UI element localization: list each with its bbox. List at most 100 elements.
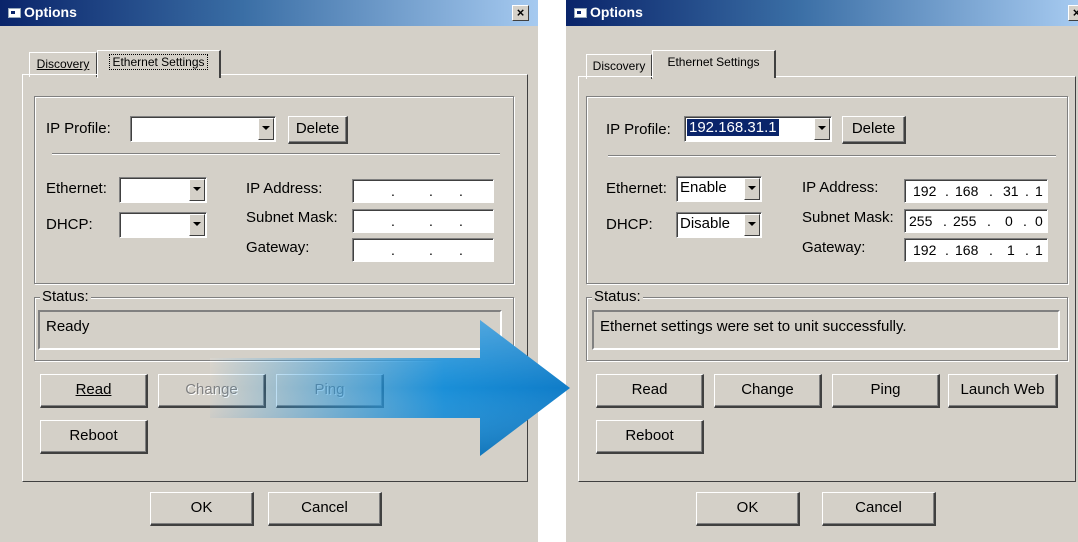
- ethernet-combo[interactable]: Enable: [676, 176, 762, 202]
- ip-dot: .: [459, 183, 463, 199]
- subnet-mask-field[interactable]: 255 . 255 . 0 . 0: [904, 209, 1048, 233]
- ping-button[interactable]: Ping: [832, 374, 940, 408]
- window-title: Options: [24, 4, 77, 20]
- ip-profile-combo[interactable]: [130, 116, 276, 142]
- delete-button[interactable]: Delete: [842, 116, 906, 144]
- ip-dot: .: [429, 242, 433, 258]
- ip-dot: .: [1025, 242, 1029, 258]
- tab-label: Ethernet Settings: [109, 54, 208, 70]
- status-label: Status:: [592, 288, 643, 305]
- window-icon: [574, 8, 587, 18]
- gateway-field[interactable]: . . .: [352, 238, 494, 262]
- reboot-button[interactable]: Reboot: [596, 420, 704, 454]
- ethernet-label: Ethernet:: [606, 180, 667, 197]
- ip-address-label: IP Address:: [246, 180, 323, 197]
- ip-profile-combo[interactable]: 192.168.31.1: [684, 116, 832, 142]
- subnet-mask-field[interactable]: . . .: [352, 209, 494, 233]
- status-box: Ready: [38, 310, 502, 350]
- ip-dot: .: [391, 242, 395, 258]
- ip-dot: .: [1025, 183, 1029, 199]
- tab-ethernet-settings[interactable]: Ethernet Settings: [97, 50, 221, 78]
- status-text: Ethernet settings were set to unit succe…: [600, 318, 907, 335]
- chevron-down-icon[interactable]: [744, 178, 760, 200]
- status-text: Ready: [46, 318, 90, 335]
- tab-label: Discovery: [592, 59, 646, 73]
- ip-address-field[interactable]: 192 . 168 . 31 . 1: [904, 179, 1048, 203]
- ip-octet: 31: [1003, 183, 1019, 199]
- change-button[interactable]: Change: [158, 374, 266, 408]
- dhcp-combo[interactable]: [119, 212, 207, 238]
- chevron-down-icon[interactable]: [189, 179, 205, 201]
- window-icon: [8, 8, 21, 18]
- ip-octet: 192: [913, 242, 937, 258]
- dhcp-combo[interactable]: Disable: [676, 212, 762, 238]
- options-dialog-after: Options × Discovery Ethernet Settings IP…: [566, 0, 1078, 542]
- close-icon[interactable]: ×: [512, 5, 529, 21]
- status-label: Status:: [40, 288, 91, 305]
- ip-dot: .: [989, 242, 993, 258]
- gateway-label: Gateway:: [802, 239, 866, 256]
- read-button[interactable]: Read: [596, 374, 704, 408]
- ip-profile-value: 192.168.31.1: [687, 119, 779, 136]
- ip-octet: 192: [913, 183, 937, 199]
- subnet-mask-label: Subnet Mask:: [802, 209, 894, 226]
- read-button[interactable]: Read: [40, 374, 148, 408]
- tab-label: Ethernet Settings: [667, 55, 760, 69]
- ip-dot: .: [987, 213, 991, 229]
- ip-dot: .: [943, 213, 947, 229]
- ip-octet: 168: [955, 242, 979, 258]
- ip-octet: 1: [1035, 242, 1043, 258]
- ip-dot: .: [945, 183, 949, 199]
- chevron-down-icon[interactable]: [258, 118, 274, 140]
- change-button[interactable]: Change: [714, 374, 822, 408]
- ethernet-value: Enable: [680, 179, 727, 196]
- ip-profile-label: IP Profile:: [606, 121, 671, 138]
- cancel-button[interactable]: Cancel: [822, 492, 936, 526]
- dhcp-value: Disable: [680, 215, 731, 232]
- ip-profile-label: IP Profile:: [46, 120, 111, 137]
- ip-octet: 0: [1035, 213, 1043, 229]
- ip-dot: .: [989, 183, 993, 199]
- gateway-label: Gateway:: [246, 239, 310, 256]
- close-icon[interactable]: ×: [1068, 5, 1078, 21]
- ethernet-label: Ethernet:: [46, 180, 107, 197]
- ip-octet: 1: [1035, 183, 1043, 199]
- subnet-mask-label: Subnet Mask:: [246, 209, 338, 226]
- ok-button[interactable]: OK: [150, 492, 254, 526]
- tab-label: Discovery: [36, 57, 90, 71]
- ip-dot: .: [945, 242, 949, 258]
- ok-button[interactable]: OK: [696, 492, 800, 526]
- ip-octet: 0: [1005, 213, 1013, 229]
- tab-ethernet-settings[interactable]: Ethernet Settings: [652, 50, 776, 78]
- dhcp-label: DHCP:: [46, 216, 93, 233]
- launch-web-button[interactable]: Launch Web: [948, 374, 1058, 408]
- gateway-field[interactable]: 192 . 168 . 1 . 1: [904, 238, 1048, 262]
- ethernet-combo[interactable]: [119, 177, 207, 203]
- chevron-down-icon[interactable]: [814, 118, 830, 140]
- ip-dot: .: [429, 183, 433, 199]
- ip-dot: .: [391, 213, 395, 229]
- button-label: Read: [75, 381, 112, 398]
- ip-dot: .: [429, 213, 433, 229]
- ip-dot: .: [391, 183, 395, 199]
- separator: [52, 153, 500, 155]
- ip-octet: 255: [953, 213, 977, 229]
- ip-address-label: IP Address:: [802, 179, 879, 196]
- ip-dot: .: [1023, 213, 1027, 229]
- title-bar: Options ×: [566, 0, 1078, 26]
- title-bar: Options ×: [0, 0, 538, 26]
- status-box: Ethernet settings were set to unit succe…: [592, 310, 1060, 350]
- window-title: Options: [590, 4, 643, 20]
- reboot-button[interactable]: Reboot: [40, 420, 148, 454]
- delete-button[interactable]: Delete: [288, 116, 348, 144]
- ip-octet: 168: [955, 183, 979, 199]
- ip-dot: .: [459, 213, 463, 229]
- dhcp-label: DHCP:: [606, 216, 653, 233]
- chevron-down-icon[interactable]: [744, 214, 760, 236]
- ip-octet: 1: [1007, 242, 1015, 258]
- cancel-button[interactable]: Cancel: [268, 492, 382, 526]
- ping-button[interactable]: Ping: [276, 374, 384, 408]
- ip-address-field[interactable]: . . .: [352, 179, 494, 203]
- chevron-down-icon[interactable]: [189, 214, 205, 236]
- separator: [608, 155, 1056, 157]
